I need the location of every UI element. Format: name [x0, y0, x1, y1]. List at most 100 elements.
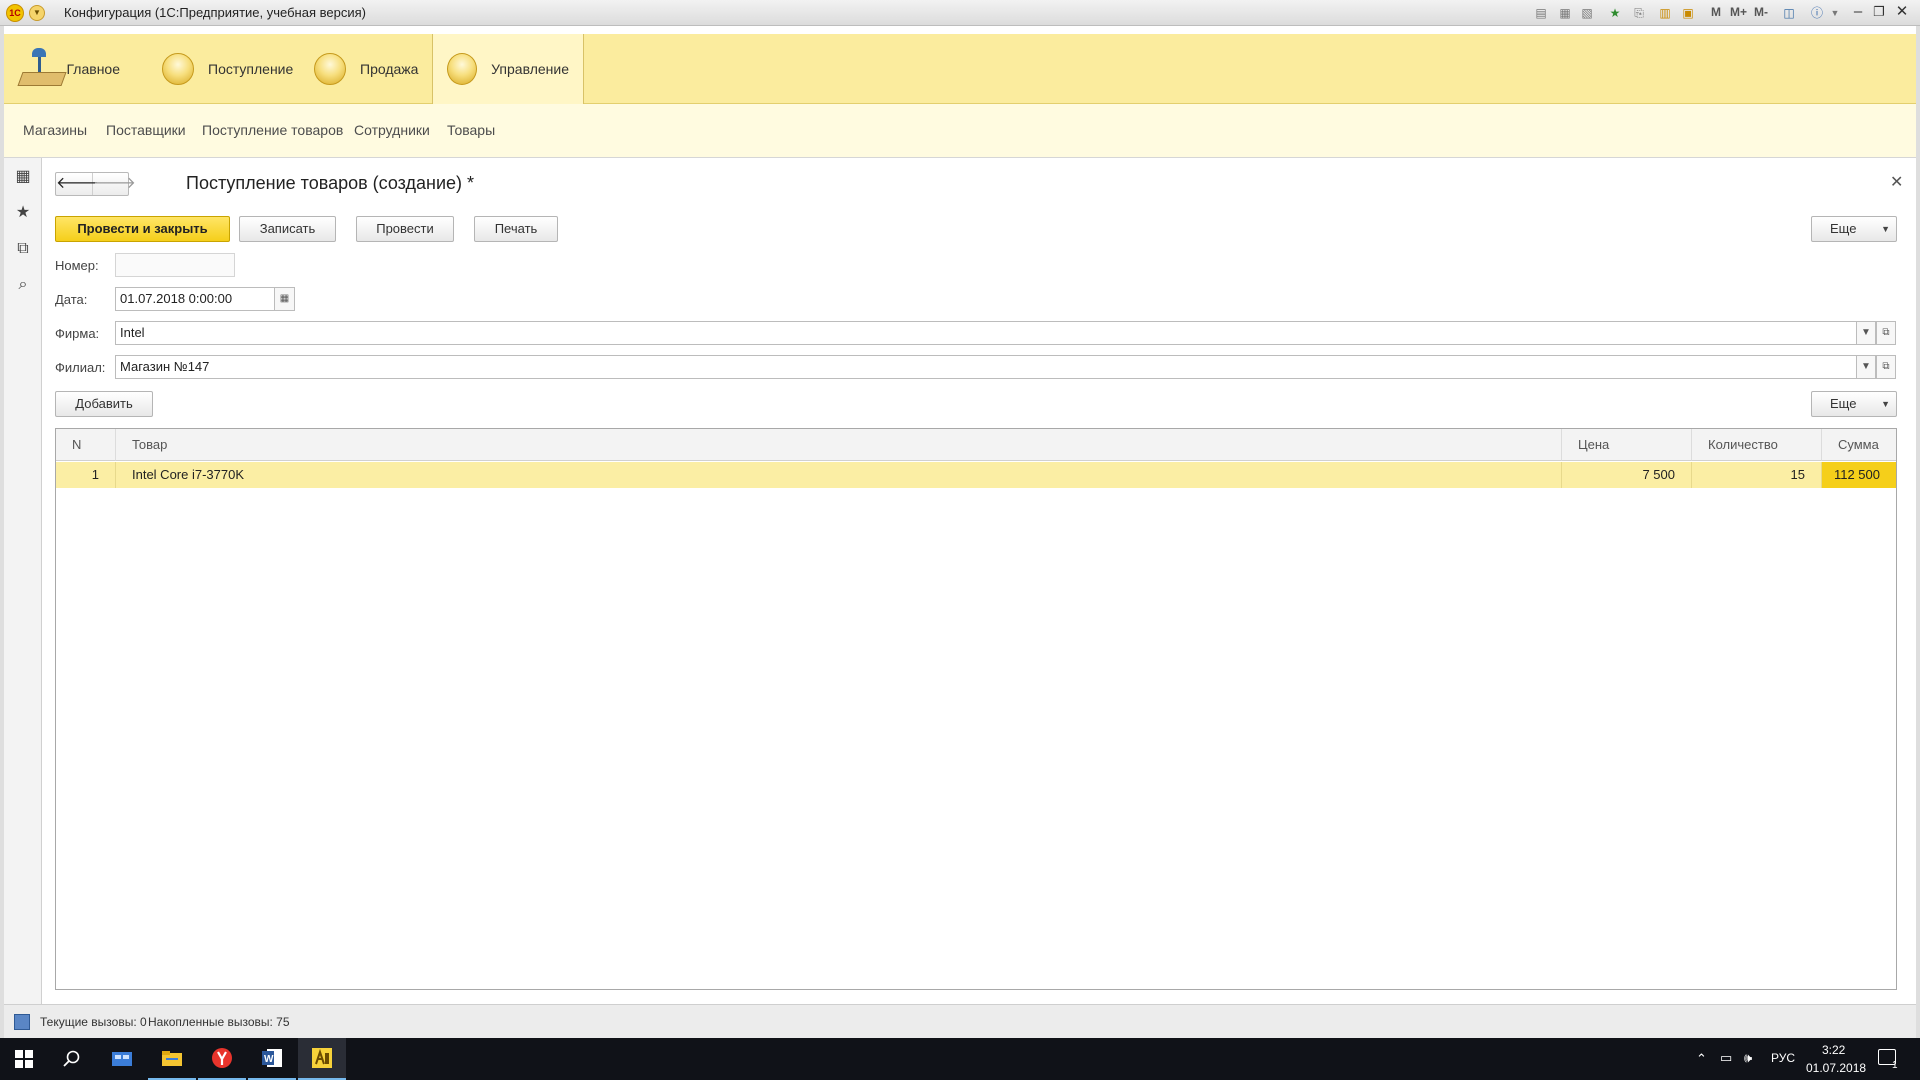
current-calls-text: Текущие вызовы: 0 — [40, 1015, 147, 1029]
preview-icon[interactable]: ▧ — [1578, 4, 1596, 22]
accumulated-calls-text: Накопленные вызовы: 75 — [148, 1015, 290, 1029]
home-desk-icon — [17, 48, 67, 90]
notification-count: 1 — [1892, 1060, 1898, 1071]
chevron-down-icon: ▼ — [1881, 224, 1890, 234]
nav-link-stores[interactable]: Магазины — [23, 122, 87, 138]
column-header-sum[interactable]: Сумма — [1822, 429, 1896, 461]
calendar-icon[interactable]: ▣ — [1679, 4, 1697, 22]
1c-app-icon[interactable] — [298, 1038, 346, 1080]
network-icon[interactable]: ▭ — [1720, 1050, 1732, 1066]
main-menu-icon[interactable]: ▼ — [29, 5, 45, 21]
more-actions-button[interactable]: Еще ▼ — [1811, 216, 1897, 242]
chevron-down-icon[interactable]: ▼ — [1826, 4, 1844, 22]
calendar-icon[interactable]: ▦ — [274, 287, 295, 311]
cell-item[interactable]: Intel Core i7-3770K — [116, 462, 1562, 488]
favorites-icon[interactable]: ★ — [1606, 4, 1624, 22]
memory-m-button[interactable]: M — [1711, 5, 1721, 19]
left-toolbar: ▦ ★ ⧉ ⌕ — [4, 158, 42, 1004]
goods-table[interactable]: N Товар Цена Количество Сумма 1 Intel Co… — [55, 428, 1897, 990]
memory-minus-button[interactable]: M- — [1754, 5, 1768, 19]
table-more-button[interactable]: Еще ▼ — [1811, 391, 1897, 417]
chevron-down-icon[interactable]: ▼ — [1856, 355, 1876, 379]
svg-text:W: W — [264, 1054, 274, 1065]
section-label: Главное — [66, 61, 121, 77]
firm-field[interactable]: Intel — [115, 321, 1857, 345]
search-icon[interactable]: ⌕ — [14, 276, 32, 294]
forward-arrow-icon[interactable]: 🡒 — [93, 173, 136, 195]
close-window-button[interactable]: ✕ — [1892, 2, 1912, 22]
volume-icon[interactable]: 🕪 — [1744, 1050, 1752, 1066]
history-icon[interactable]: ⧉ — [14, 240, 32, 258]
cell-price[interactable]: 7 500 — [1562, 462, 1692, 488]
section-main[interactable]: Главное — [4, 34, 134, 104]
number-label: Номер: — [55, 258, 99, 273]
section-receipt[interactable]: Поступление — [148, 34, 308, 104]
calculator-icon[interactable]: ▥ — [1656, 4, 1674, 22]
write-button[interactable]: Записать — [239, 216, 336, 242]
table-row[interactable]: 1 Intel Core i7-3770K 7 500 15 112 500 — [56, 462, 1896, 488]
date-field[interactable]: 01.07.2018 0:00:00 — [115, 287, 275, 311]
search-icon[interactable] — [48, 1038, 96, 1080]
clock-date[interactable]: 01.07.2018 — [1806, 1061, 1866, 1075]
chevron-down-icon[interactable]: ▼ — [1856, 321, 1876, 345]
print-button[interactable]: Печать — [474, 216, 558, 242]
firm-label: Фирма: — [55, 326, 100, 341]
cell-n[interactable]: 1 — [56, 462, 116, 488]
nav-link-products[interactable]: Товары — [447, 122, 495, 138]
link-icon[interactable]: ⎘ — [1630, 4, 1648, 22]
cell-quantity[interactable]: 15 — [1692, 462, 1822, 488]
more-label: Еще — [1830, 396, 1857, 411]
open-icon[interactable]: ⧉ — [1876, 321, 1896, 345]
language-indicator[interactable]: РУС — [1771, 1051, 1795, 1065]
nav-link-goods-receipt[interactable]: Поступление товаров — [202, 122, 343, 138]
star-icon[interactable]: ★ — [14, 204, 32, 222]
add-row-button[interactable]: Добавить — [55, 391, 153, 417]
open-icon[interactable]: ⧉ — [1876, 355, 1896, 379]
apps-grid-icon[interactable]: ▦ — [14, 168, 32, 186]
windows-start-icon[interactable] — [0, 1038, 48, 1080]
close-form-icon[interactable]: ✕ — [1890, 172, 1903, 192]
back-arrow-icon[interactable]: 🡐 — [56, 173, 99, 195]
minimize-button[interactable]: – — [1848, 2, 1868, 22]
history-nav-buttons: 🡐 🡒 — [55, 172, 136, 196]
post-and-close-button[interactable]: Провести и закрыть — [55, 216, 230, 242]
task-view-icon[interactable] — [98, 1038, 146, 1080]
section-ball-icon — [162, 53, 194, 85]
column-header-price[interactable]: Цена — [1562, 429, 1692, 461]
section-management[interactable]: Управление — [432, 34, 584, 104]
window-title-bar: 1С ▼ Конфигурация (1С:Предприятие, учебн… — [0, 0, 1920, 26]
section-sales[interactable]: Продажа — [300, 34, 440, 104]
column-header-item[interactable]: Товар — [116, 429, 1562, 461]
column-header-quantity[interactable]: Количество — [1692, 429, 1822, 461]
date-label: Дата: — [55, 292, 88, 307]
app-logo-icon[interactable]: 1С — [6, 4, 24, 22]
sections-panel: Главное Поступление Продажа Управление — [4, 34, 1916, 104]
nav-link-employees[interactable]: Сотрудники — [354, 122, 430, 138]
save-icon[interactable]: ▤ — [1532, 4, 1550, 22]
post-button[interactable]: Провести — [356, 216, 454, 242]
column-header-n[interactable]: N — [56, 429, 116, 461]
memory-plus-button[interactable]: M+ — [1730, 5, 1747, 19]
status-bar: Текущие вызовы: 0 Накопленные вызовы: 75 — [4, 1004, 1916, 1038]
print-icon[interactable]: ▦ — [1556, 4, 1574, 22]
word-icon[interactable]: W — [248, 1038, 296, 1080]
yandex-browser-icon[interactable] — [198, 1038, 246, 1080]
navigation-panel: Магазины Поставщики Поступление товаров … — [4, 104, 1916, 158]
section-ball-icon — [314, 53, 346, 85]
restore-button[interactable]: ❐ — [1869, 2, 1889, 22]
chevron-down-icon: ▼ — [1881, 399, 1890, 409]
server-calls-icon[interactable] — [14, 1014, 30, 1030]
form-title: Поступление товаров (создание) * — [186, 173, 475, 193]
branch-field[interactable]: Магазин №147 — [115, 355, 1857, 379]
panels-icon[interactable]: ◫ — [1780, 4, 1798, 22]
branch-label: Филиал: — [55, 360, 106, 375]
section-ball-icon — [447, 53, 478, 85]
info-icon[interactable]: ⓘ — [1808, 4, 1826, 22]
file-explorer-icon[interactable] — [148, 1038, 196, 1080]
nav-link-suppliers[interactable]: Поставщики — [106, 122, 186, 138]
chevron-up-icon[interactable]: ⌃ — [1696, 1051, 1707, 1067]
cell-sum[interactable]: 112 500 — [1822, 462, 1896, 488]
window-title: Конфигурация (1С:Предприятие, учебная ве… — [64, 5, 366, 20]
number-field[interactable] — [115, 253, 235, 277]
clock-time[interactable]: 3:22 — [1822, 1043, 1845, 1057]
